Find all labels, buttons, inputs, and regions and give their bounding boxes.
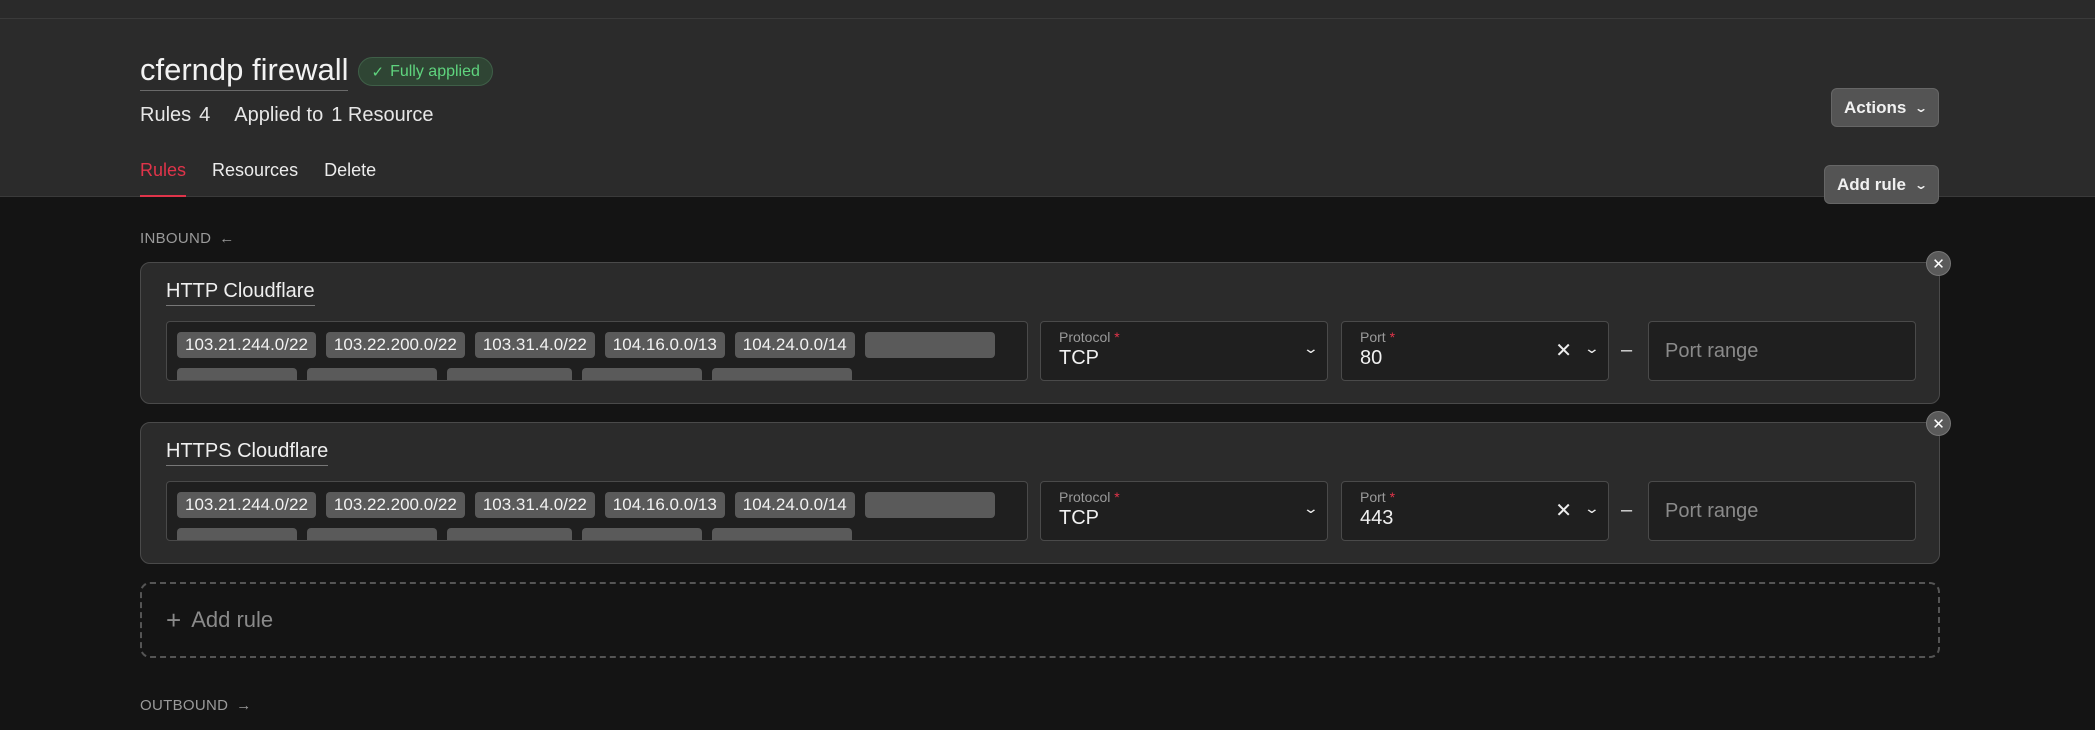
ip-chip-overflow: [864, 492, 995, 518]
title-row: cferndp firewall ✓ Fully applied: [140, 52, 493, 91]
chevron-down-icon[interactable]: ⌄: [1303, 340, 1319, 357]
clear-icon[interactable]: ✕: [1555, 338, 1572, 363]
ip-chip[interactable]: 103.21.244.0/22: [177, 492, 316, 518]
inbound-rule-card: HTTP Cloudflare ✕ 103.21.244.0/22 103.22…: [140, 251, 1951, 404]
protocol-label-text: Protocol: [1059, 489, 1111, 505]
remove-rule-button[interactable]: ✕: [1926, 411, 1951, 436]
chevron-down-icon[interactable]: ⌄: [1584, 340, 1600, 357]
port-range-placeholder: Port range: [1665, 340, 1759, 362]
port-value: 443: [1360, 507, 1394, 529]
tab-resources[interactable]: Resources: [212, 158, 298, 197]
protocol-label: Protocol *: [1059, 329, 1120, 345]
inbound-rule-card: HTTPS Cloudflare ✕ 103.21.244.0/22 103.2…: [140, 411, 1951, 564]
ip-sources-input[interactable]: 103.21.244.0/22 103.22.200.0/22 103.31.4…: [166, 481, 1028, 541]
required-marker: *: [1389, 489, 1396, 505]
ip-chip[interactable]: 103.22.200.0/22: [325, 332, 465, 358]
port-select[interactable]: Port * 80 ✕ ⌄: [1341, 321, 1609, 381]
add-rule-label: Add rule: [191, 607, 274, 632]
ip-chip-overflow: [307, 368, 437, 380]
rule-name[interactable]: HTTP Cloudflare: [166, 280, 315, 306]
protocol-label: Protocol *: [1059, 489, 1120, 505]
port-label-text: Port: [1360, 329, 1386, 345]
add-rule-dropdown-button[interactable]: Add rule ⌄: [1824, 165, 1940, 204]
range-separator: –: [1621, 499, 1633, 521]
add-rule-button-label: Add rule: [1837, 174, 1906, 194]
protocol-select[interactable]: Protocol * TCP ⌄: [1040, 481, 1328, 541]
port-label: Port *: [1360, 489, 1395, 505]
required-marker: *: [1114, 329, 1120, 345]
tab-bar: Rules Resources Delete: [140, 158, 376, 197]
ip-chip-overflow: [447, 528, 572, 540]
port-label: Port *: [1360, 329, 1395, 345]
ip-sources-input[interactable]: 103.21.244.0/22 103.22.200.0/22 103.31.4…: [166, 321, 1028, 381]
firewall-header: cferndp firewall ✓ Fully applied Rules 4 …: [0, 19, 2095, 204]
ip-chip[interactable]: 104.16.0.0/13: [604, 332, 725, 358]
applied-to: Applied to 1 Resource: [234, 104, 433, 127]
tab-rules[interactable]: Rules: [140, 158, 187, 197]
rules-count-label: Rules: [140, 104, 192, 126]
ip-chip-overflow: [712, 368, 852, 380]
ip-chip-overflow: [177, 528, 297, 540]
ip-chip[interactable]: 104.16.0.0/13: [604, 492, 725, 518]
arrow-left-icon: ←: [219, 230, 235, 247]
port-range-input[interactable]: Port range: [1648, 321, 1916, 381]
ip-chip[interactable]: 104.24.0.0/14: [734, 492, 855, 518]
ip-chip-overflow: [712, 528, 852, 540]
ip-chip[interactable]: 103.31.4.0/22: [474, 332, 595, 358]
ip-chip-overflow: [447, 368, 572, 380]
chevron-down-icon[interactable]: ⌄: [1303, 500, 1319, 517]
range-separator: –: [1621, 339, 1633, 361]
chevron-down-icon: ⌄: [1914, 100, 1929, 115]
outbound-section-label: OUTBOUND →: [140, 697, 252, 714]
chevron-down-icon: ⌄: [1913, 177, 1929, 192]
port-value: 80: [1360, 347, 1383, 369]
ip-chip[interactable]: 103.31.4.0/22: [474, 492, 595, 518]
clear-icon[interactable]: ✕: [1555, 498, 1572, 523]
ip-chip-overflow: [177, 368, 297, 380]
ip-chip-overflow: [582, 528, 702, 540]
status-badge: ✓ Fully applied: [358, 57, 493, 86]
status-badge-label: Fully applied: [390, 62, 480, 80]
arrow-right-icon: →: [236, 697, 252, 714]
port-range-input[interactable]: Port range: [1648, 481, 1916, 541]
outbound-label: OUTBOUND: [140, 697, 229, 714]
close-icon: ✕: [1932, 415, 1945, 433]
tab-delete[interactable]: Delete: [324, 158, 376, 197]
ip-chip[interactable]: 103.22.200.0/22: [325, 492, 465, 518]
port-range-placeholder: Port range: [1665, 500, 1759, 522]
actions-button-label: Actions: [1844, 97, 1907, 117]
ip-chip[interactable]: 103.21.244.0/22: [177, 332, 316, 358]
check-icon: ✓: [371, 63, 385, 81]
inbound-label: INBOUND: [140, 230, 212, 247]
ip-chip[interactable]: 104.24.0.0/14: [734, 332, 855, 358]
ip-chip-overflow: [864, 332, 995, 358]
remove-rule-button[interactable]: ✕: [1926, 251, 1951, 276]
rule-name[interactable]: HTTPS Cloudflare: [166, 440, 329, 466]
meta-row: Rules 4 Applied to 1 Resource: [140, 104, 434, 127]
port-label-text: Port: [1360, 489, 1386, 505]
add-inbound-rule-button[interactable]: + Add rule: [140, 582, 1940, 658]
required-marker: *: [1114, 489, 1120, 505]
rules-count-value: 4: [199, 104, 211, 126]
applied-to-label: Applied to: [234, 104, 324, 126]
protocol-label-text: Protocol: [1059, 329, 1111, 345]
port-select[interactable]: Port * 443 ✕ ⌄: [1341, 481, 1609, 541]
rules-count: Rules 4: [140, 104, 210, 127]
ip-chip-overflow: [582, 368, 702, 380]
close-icon: ✕: [1932, 255, 1945, 273]
inbound-section-label: INBOUND ←: [140, 230, 235, 247]
plus-icon: +: [166, 604, 182, 635]
top-strip: [0, 0, 2095, 19]
protocol-value: TCP: [1059, 507, 1099, 529]
protocol-value: TCP: [1059, 347, 1099, 369]
protocol-select[interactable]: Protocol * TCP ⌄: [1040, 321, 1328, 381]
chevron-down-icon[interactable]: ⌄: [1584, 500, 1600, 517]
ip-chip-overflow: [307, 528, 437, 540]
actions-button[interactable]: Actions ⌄: [1831, 88, 1940, 127]
applied-to-value[interactable]: 1 Resource: [331, 104, 433, 126]
required-marker: *: [1389, 329, 1396, 345]
firewall-title[interactable]: cferndp firewall: [140, 52, 349, 91]
